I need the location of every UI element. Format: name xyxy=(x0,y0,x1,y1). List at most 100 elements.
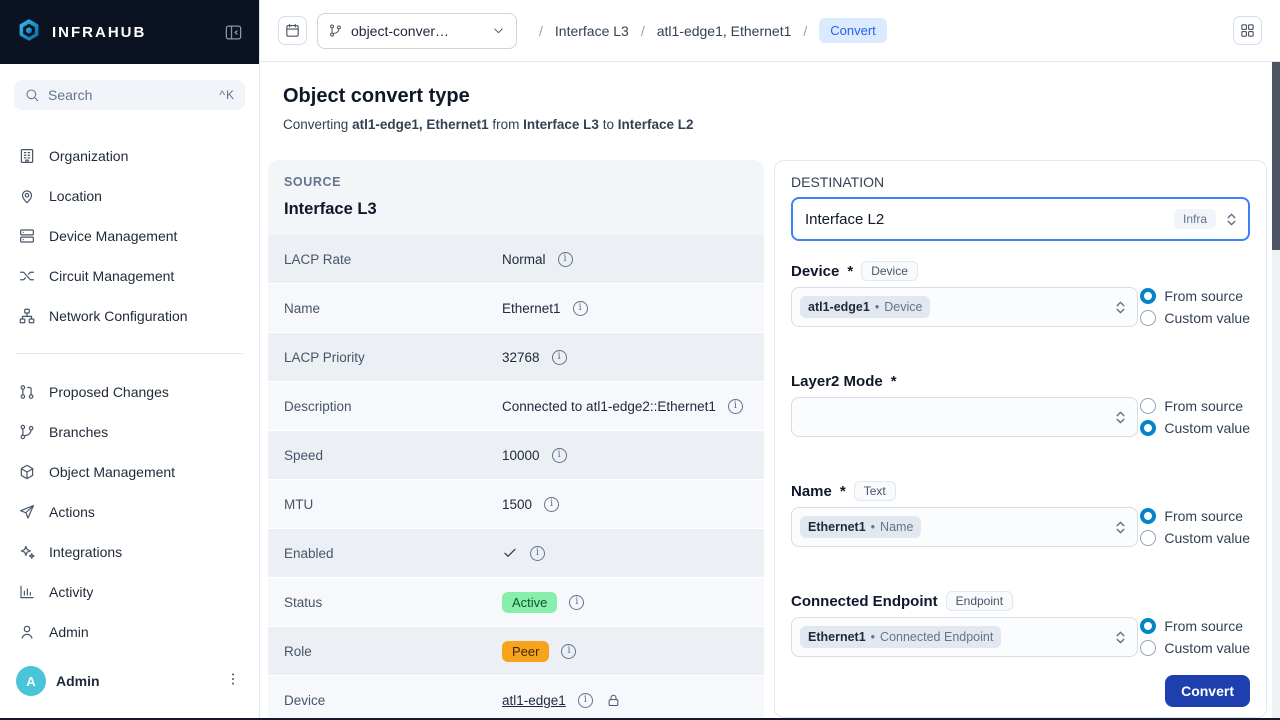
convert-button[interactable]: Convert xyxy=(1165,675,1250,707)
kind-badge: Device xyxy=(861,261,918,281)
field-connected-endpoint: Connected Endpoint Endpoint Ethernet1 • … xyxy=(791,591,1250,657)
required-asterisk: * xyxy=(847,263,853,280)
value-mode-radios: From source Custom value xyxy=(1140,507,1250,547)
from-source-radio[interactable]: From source xyxy=(1140,507,1250,525)
source-panel-label: SOURCE xyxy=(284,174,748,190)
layer2-mode-select[interactable] xyxy=(791,397,1138,437)
user-icon xyxy=(18,623,36,641)
main-area: object-conver… / Interface L3 / atl1-edg… xyxy=(260,0,1280,720)
row-label: Description xyxy=(284,399,502,414)
custom-value-radio[interactable]: Custom value xyxy=(1140,419,1250,437)
info-icon[interactable] xyxy=(573,301,588,316)
select-stepper-icon xyxy=(1113,410,1128,425)
from-source-radio[interactable]: From source xyxy=(1140,397,1250,415)
radio-icon xyxy=(1140,640,1156,656)
sidebar-item-network-configuration[interactable]: Network Configuration xyxy=(10,296,249,336)
selected-value-chip: atl1-edge1 • Device xyxy=(800,296,930,318)
sidebar-item-branches[interactable]: Branches xyxy=(10,412,249,452)
info-icon[interactable] xyxy=(552,350,567,365)
breadcrumb-item-object[interactable]: atl1-edge1, Ethernet1 xyxy=(657,23,792,39)
collapse-sidebar-icon[interactable] xyxy=(221,20,245,44)
grid-icon xyxy=(1239,22,1256,39)
row-label: Name xyxy=(284,301,502,316)
apps-menu-button[interactable] xyxy=(1233,16,1262,45)
panels: SOURCE Interface L3 LACP Rate Normal Nam… xyxy=(260,134,1280,720)
search-placeholder: Search xyxy=(48,87,92,103)
info-icon[interactable] xyxy=(578,693,593,708)
sidebar-item-organization[interactable]: Organization xyxy=(10,136,249,176)
row-value: Ethernet1 xyxy=(502,301,561,316)
destination-type-select[interactable]: Interface L2 Infra xyxy=(791,197,1250,241)
info-icon[interactable] xyxy=(530,546,545,561)
table-row: LACP Priority 32768 xyxy=(268,333,764,382)
search-input[interactable]: Search ^K xyxy=(14,80,245,110)
sidebar-item-label: Object Management xyxy=(49,464,175,480)
sidebar-item-admin[interactable]: Admin xyxy=(10,612,249,652)
check-icon xyxy=(502,545,518,561)
table-row: LACP Rate Normal xyxy=(268,235,764,284)
custom-value-radio[interactable]: Custom value xyxy=(1140,639,1250,657)
chip-separator: • xyxy=(871,520,875,534)
circuit-icon xyxy=(18,267,36,285)
app-logo-text: INFRAHUB xyxy=(52,24,146,41)
radio-icon xyxy=(1140,398,1156,414)
app-root: INFRAHUB Search ^K Organization Location xyxy=(0,0,1280,720)
field-label: Name xyxy=(791,483,832,500)
sidebar-item-object-management[interactable]: Object Management xyxy=(10,452,249,492)
page-title: Object convert type xyxy=(283,84,1280,108)
info-icon[interactable] xyxy=(561,644,576,659)
table-row: Name Ethernet1 xyxy=(268,284,764,333)
time-travel-button[interactable] xyxy=(278,16,307,45)
sidebar-header: INFRAHUB xyxy=(0,0,259,64)
row-label: LACP Priority xyxy=(284,350,502,365)
device-select[interactable]: atl1-edge1 • Device xyxy=(791,287,1138,327)
breadcrumb-item-schema[interactable]: Interface L3 xyxy=(555,23,629,39)
source-panel: SOURCE Interface L3 LACP Rate Normal Nam… xyxy=(268,160,764,720)
sidebar-item-location[interactable]: Location xyxy=(10,176,249,216)
sidebar-item-circuit-management[interactable]: Circuit Management xyxy=(10,256,249,296)
sidebar-item-label: Circuit Management xyxy=(49,268,174,284)
user-menu-kebab-icon[interactable] xyxy=(225,671,241,692)
chip-separator: • xyxy=(875,300,879,314)
device-link[interactable]: atl1-edge1 xyxy=(502,693,566,708)
pull-request-icon xyxy=(18,383,36,401)
sidebar-item-activity[interactable]: Activity xyxy=(10,572,249,612)
sidebar-item-label: Proposed Changes xyxy=(49,384,169,400)
info-icon[interactable] xyxy=(569,595,584,610)
branch-selector[interactable]: object-conver… xyxy=(317,13,517,49)
radio-icon xyxy=(1140,288,1156,304)
sidebar-item-integrations[interactable]: Integrations xyxy=(10,532,249,572)
branch-selector-value: object-conver… xyxy=(351,23,483,39)
field-label-row: Device * Device xyxy=(791,261,1250,281)
cube-icon xyxy=(18,463,36,481)
field-row: atl1-edge1 • Device From source xyxy=(791,287,1250,327)
source-panel-header: SOURCE Interface L3 xyxy=(268,160,764,235)
sidebar-item-device-management[interactable]: Device Management xyxy=(10,216,249,256)
row-value: Connected to atl1-edge2::Ethernet1 xyxy=(502,399,716,414)
custom-value-radio[interactable]: Custom value xyxy=(1140,529,1250,547)
name-select[interactable]: Ethernet1 • Name xyxy=(791,507,1138,547)
info-icon[interactable] xyxy=(544,497,559,512)
table-row: Device atl1-edge1 xyxy=(268,676,764,720)
radio-icon xyxy=(1140,310,1156,326)
scrollbar-thumb[interactable] xyxy=(1272,62,1280,250)
field-row: From source Custom value xyxy=(791,397,1250,437)
user-row: A Admin xyxy=(0,652,259,720)
custom-value-radio[interactable]: Custom value xyxy=(1140,309,1250,327)
info-icon[interactable] xyxy=(728,399,743,414)
sidebar-item-proposed-changes[interactable]: Proposed Changes xyxy=(10,372,249,412)
sidebar-item-actions[interactable]: Actions xyxy=(10,492,249,532)
from-source-radio[interactable]: From source xyxy=(1140,287,1250,305)
radio-icon xyxy=(1140,530,1156,546)
bar-chart-icon xyxy=(18,583,36,601)
breadcrumb: / Interface L3 / atl1-edge1, Ethernet1 /… xyxy=(539,18,887,43)
row-label: Role xyxy=(284,644,502,659)
connected-endpoint-select[interactable]: Ethernet1 • Connected Endpoint xyxy=(791,617,1138,657)
chip-value: Ethernet1 xyxy=(808,520,866,534)
row-value: 10000 xyxy=(502,448,540,463)
info-icon[interactable] xyxy=(552,448,567,463)
from-source-radio[interactable]: From source xyxy=(1140,617,1250,635)
field-label-row: Connected Endpoint Endpoint xyxy=(791,591,1250,611)
radio-label: Custom value xyxy=(1164,419,1250,437)
info-icon[interactable] xyxy=(558,252,573,267)
